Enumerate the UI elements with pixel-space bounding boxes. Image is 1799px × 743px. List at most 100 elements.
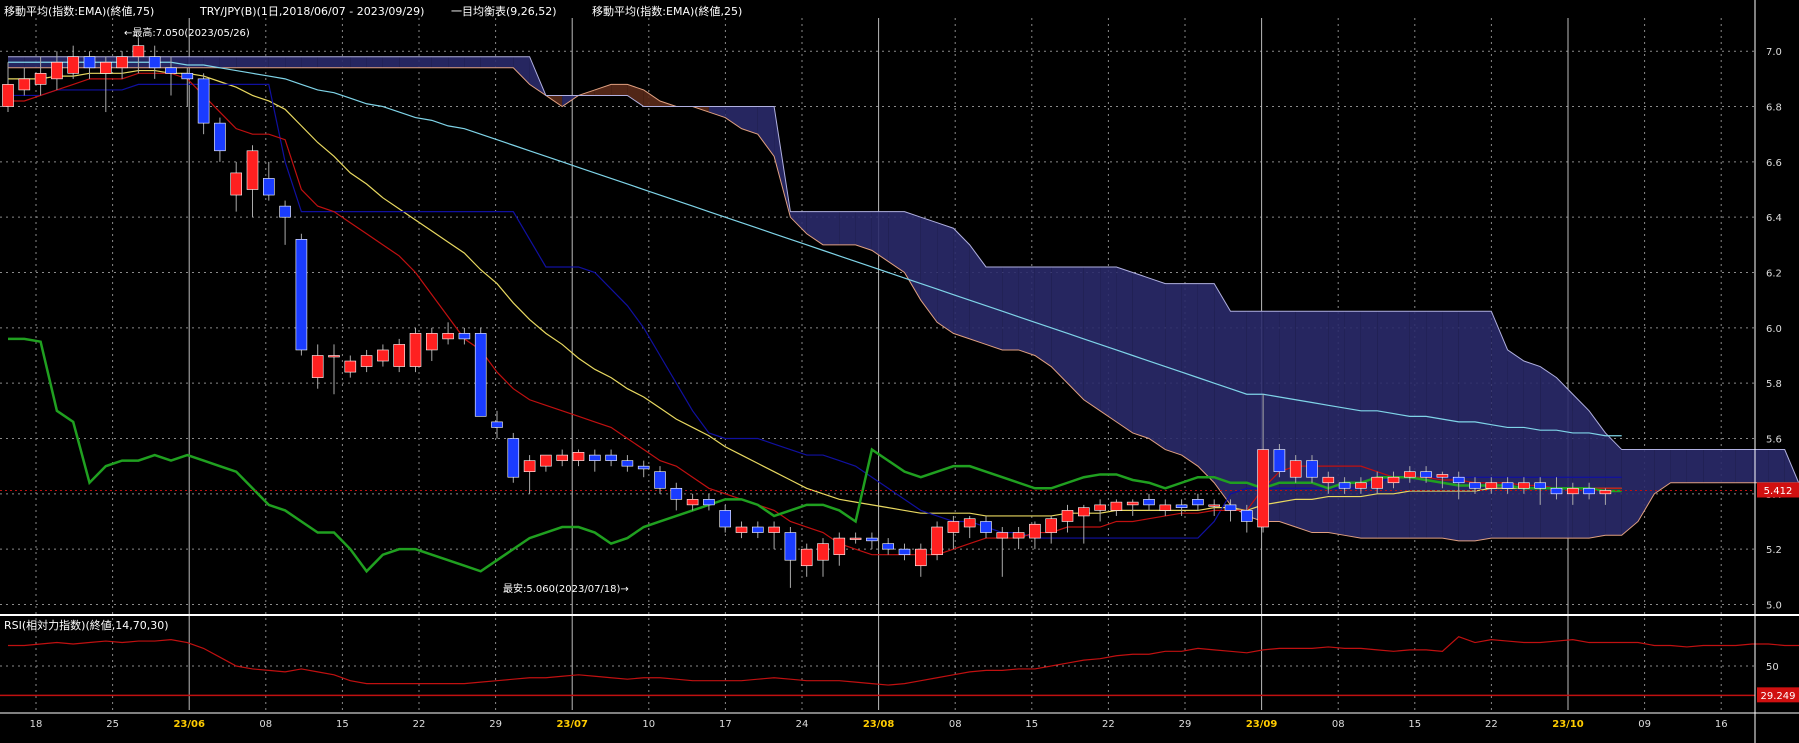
candle-body [1420,471,1432,478]
cloud-segment [1670,449,1687,483]
y-tick-label: 5.6 [1766,434,1782,445]
candle-body [197,78,210,124]
candle-body [735,526,748,533]
cloud-segment [1067,266,1084,400]
cloud-segment [1083,266,1101,411]
candle-body [1567,487,1579,495]
x-tick-label: 23/08 [863,719,895,730]
x-tick-label: 15 [1025,719,1038,730]
candle-body [996,532,1009,539]
candle-body [442,333,454,340]
x-tick-label: 18 [30,719,43,730]
candle-body [1273,449,1286,472]
x-tick-label: 29 [1179,719,1192,730]
cloud-segment [1735,449,1753,483]
cloud-segment [1768,449,1785,483]
candle-body [833,537,846,555]
candle-body [1192,499,1204,506]
cloud-segment [1686,449,1704,483]
candle-body [491,421,503,428]
cloud-segment [415,56,432,68]
cloud-segment [382,56,400,68]
rsi-y-tick-label: 50 [1766,662,1779,673]
cloud-segment [219,56,237,68]
candle-body [165,67,177,74]
cloud-segment [708,106,726,118]
candle-body [409,333,422,367]
candle-body [1257,449,1269,528]
candle-body [83,56,96,69]
candle-body [588,454,601,461]
candle-body [360,355,373,367]
candle-body [1126,501,1139,506]
cloud-segment [1475,311,1492,541]
candle-body [1485,482,1498,489]
candle-body [377,349,389,362]
cloud-segment [1605,432,1622,536]
chart-svg: 5.05.25.45.65.86.06.26.46.66.87.05018252… [0,0,1799,743]
candle-body [1501,482,1514,489]
cloud-segment [1621,449,1638,536]
candle-body [800,548,813,567]
cloud-segment [1393,311,1410,539]
cloud-segment [1197,283,1215,483]
cloud-segment [1051,266,1068,384]
cloud-segment [1018,266,1035,356]
candle-body [262,178,275,196]
x-tick-label: 15 [1408,719,1421,730]
cloud-segment [1344,311,1361,539]
candle-body [507,438,520,478]
y-tick-label: 6.6 [1766,158,1782,169]
cloud-segment [1507,349,1524,539]
candle-body [214,122,226,152]
cloud-segment [1377,311,1394,539]
candle-body [132,45,145,58]
x-tick-label: 24 [796,719,809,730]
candle-body [1469,482,1481,489]
candle-body [898,548,911,555]
cloud-segment [741,106,758,135]
cloud-segment [643,89,660,107]
candle-body [1404,471,1416,478]
x-tick-label: 15 [336,719,349,730]
rsi-label: RSI(相対力指数)(終値,14,70,30) [4,619,169,632]
cloud-segment [790,211,807,234]
candle-body [1371,476,1383,489]
y-tick-label: 5.8 [1766,379,1782,390]
rsi-panel [0,635,1799,697]
candle-body [1338,482,1351,489]
candle-body [474,333,487,417]
cloud-segment [757,106,775,157]
cloud-segment [855,211,872,251]
candle-body [605,454,617,461]
cloud-segment [1100,266,1117,422]
candle-body [914,548,927,567]
candle-body [866,537,878,542]
cloud-segment [1034,266,1052,367]
candle-body [279,205,291,218]
cloud-segment [1426,311,1443,539]
candle-body [1078,507,1090,517]
candle-body [328,355,340,358]
x-tick-label: 17 [719,719,732,730]
x-tick-label: 23/07 [556,719,588,730]
cloud-segment [1703,449,1720,483]
cloud-segment [1523,361,1541,539]
cloud-segment [627,84,644,107]
candle-body [556,454,569,461]
candle-body [116,56,128,69]
cloud-segment [1230,311,1247,516]
ema75-label: 移動平均(指数:EMA)(終値,75) [4,5,155,18]
cloud-segment [1214,283,1231,505]
candle-body [1241,510,1253,522]
candle-body [654,471,666,489]
candle-body [784,532,797,561]
x-tick-label: 23/10 [1552,719,1584,730]
candle-body [1143,499,1155,506]
candle-body [849,537,862,540]
candle-body [1550,487,1563,495]
candle-body [980,521,992,533]
candle-body [295,239,308,351]
cloud-segment [953,228,970,339]
cloud-segment [1654,449,1671,494]
